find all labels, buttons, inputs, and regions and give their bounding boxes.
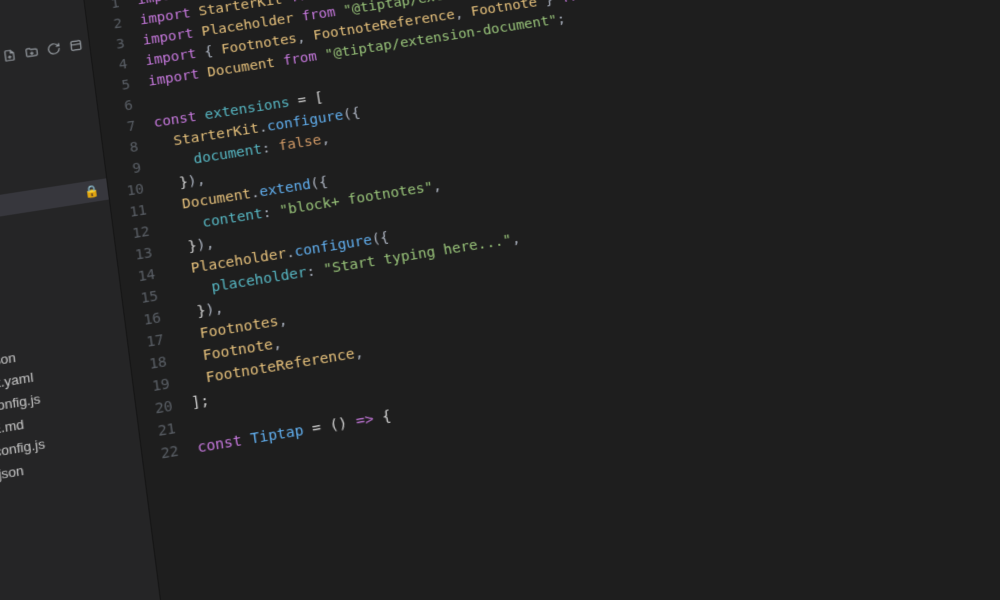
- editor-pane: src › App.tsx › … 1234567891011121314151…: [81, 0, 1000, 600]
- collapse-icon[interactable]: [68, 38, 84, 53]
- file-label: tsconfig.json: [0, 459, 25, 495]
- lock-icon: 🔒: [83, 180, 101, 204]
- new-folder-icon[interactable]: [24, 45, 40, 60]
- code-area[interactable]: import { useEditor, EditorContent } from…: [129, 0, 1000, 600]
- new-file-icon[interactable]: [2, 48, 18, 63]
- refresh-icon[interactable]: [46, 41, 62, 56]
- line-number: 22: [141, 440, 180, 469]
